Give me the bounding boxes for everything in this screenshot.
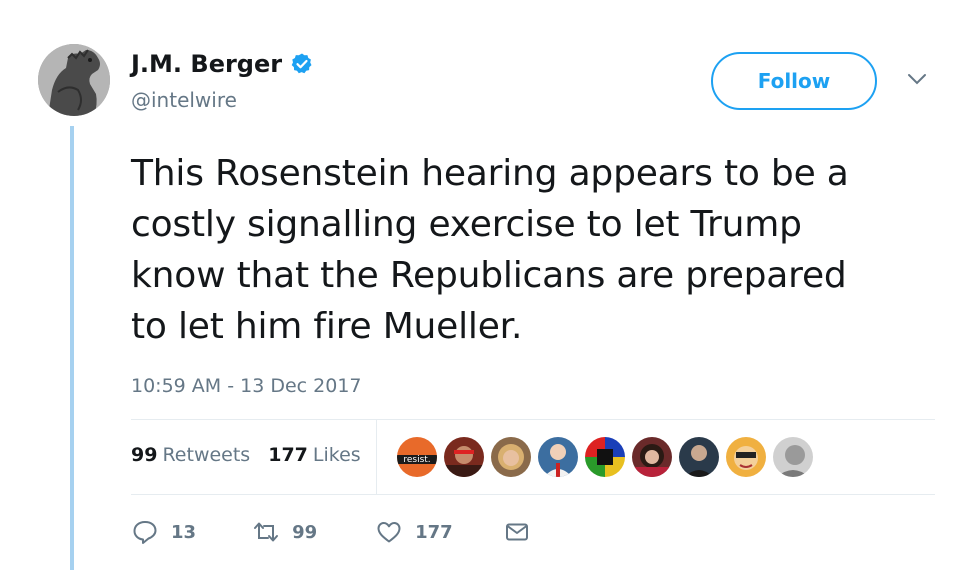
tweet-actions: 13 99 177 xyxy=(131,518,531,546)
avatar-man-red[interactable] xyxy=(444,437,484,477)
divider xyxy=(131,419,935,420)
tweet-timestamp[interactable]: 10:59 AM - 13 Dec 2017 xyxy=(131,375,362,397)
tweet-line: This Rosenstein hearing appears to be a xyxy=(131,153,849,194)
retweet-count: 99 xyxy=(292,521,318,543)
liker-avatars: resist. xyxy=(397,437,813,477)
avatar-woman-blonde[interactable] xyxy=(491,437,531,477)
tweet-line: to let him fire Mueller. xyxy=(131,306,523,347)
retweet-icon xyxy=(254,522,279,542)
message-icon xyxy=(505,523,528,541)
reply-button[interactable]: 13 xyxy=(131,518,196,546)
like-button[interactable]: 177 xyxy=(375,518,453,546)
display-name[interactable]: J.M. Berger xyxy=(131,50,282,78)
retweets-label: Retweets xyxy=(162,444,251,466)
avatar-man-suit[interactable] xyxy=(538,437,578,477)
retweets-count: 99 xyxy=(131,444,158,466)
verified-badge-icon xyxy=(291,53,312,74)
avatar-gray[interactable] xyxy=(773,437,813,477)
like-count: 177 xyxy=(415,521,453,543)
divider-vertical xyxy=(376,420,377,494)
divider xyxy=(131,494,935,495)
avatar-colorblocks[interactable] xyxy=(585,437,625,477)
reply-icon xyxy=(133,521,157,544)
reply-count: 13 xyxy=(171,521,197,543)
thread-line xyxy=(70,126,74,570)
avatar-cartoon-face[interactable] xyxy=(726,437,766,477)
user-avatar[interactable] xyxy=(38,44,110,116)
tweet-stats: 99 Retweets 177 Likes xyxy=(131,444,361,466)
follow-button[interactable]: Follow xyxy=(711,52,877,110)
user-handle[interactable]: @intelwire xyxy=(131,88,237,112)
tweet-text: This Rosenstein hearing appears to be a … xyxy=(131,148,931,352)
resist-avatar[interactable]: resist. xyxy=(397,437,437,477)
name-row: J.M. Berger xyxy=(131,50,314,78)
likes-stat[interactable]: 177 Likes xyxy=(268,444,360,466)
likes-count: 177 xyxy=(268,444,308,466)
tweet-line: know that the Republicans are prepared xyxy=(131,255,847,296)
tweet-line: costly signalling exercise to let Trump xyxy=(131,204,802,245)
likes-label: Likes xyxy=(312,444,361,466)
retweets-stat[interactable]: 99 Retweets xyxy=(131,444,250,466)
like-icon xyxy=(377,522,401,543)
direct-message-button[interactable] xyxy=(503,518,531,546)
chevron-down-icon[interactable] xyxy=(906,70,928,88)
avatar-man-dark[interactable] xyxy=(679,437,719,477)
avatar-woman-dark-hair[interactable] xyxy=(632,437,672,477)
retweet-button[interactable]: 99 xyxy=(252,518,317,546)
resist-avatar-text: resist. xyxy=(403,455,430,465)
